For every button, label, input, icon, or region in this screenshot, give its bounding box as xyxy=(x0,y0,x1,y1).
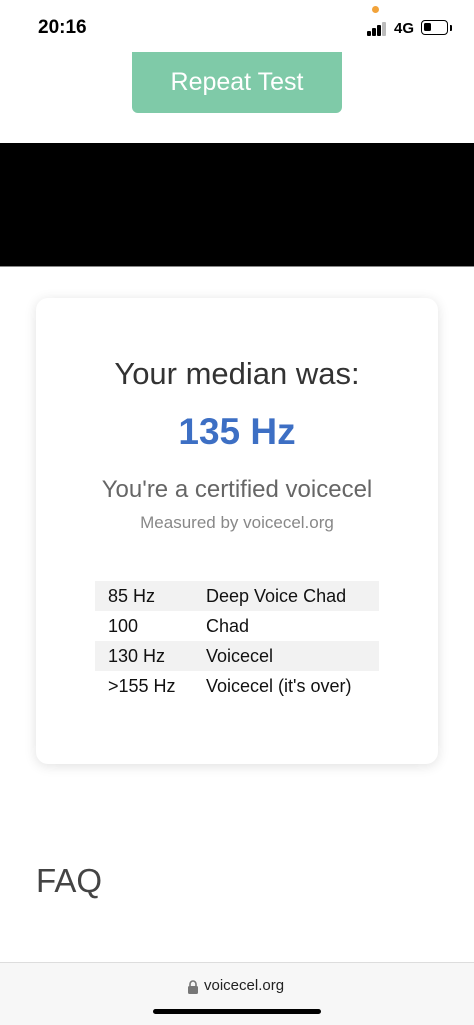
status-time: 20:16 xyxy=(38,17,87,38)
black-media-area xyxy=(0,143,474,267)
measured-by-text: Measured by voicecel.org xyxy=(140,513,334,532)
lock-icon xyxy=(188,980,198,994)
frequency-table: 85 Hz Deep Voice Chad 100 Chad 130 Hz Vo… xyxy=(95,581,379,701)
table-cell-label: Voicecel (it's over) xyxy=(206,675,352,696)
repeat-test-button[interactable]: Repeat Test xyxy=(132,52,342,113)
table-cell-label: Chad xyxy=(206,615,250,636)
faq-heading: FAQ xyxy=(36,862,103,899)
table-row: 100 Chad xyxy=(95,611,379,641)
url-text[interactable]: voicecel.org xyxy=(204,977,284,994)
median-value: 135 Hz xyxy=(178,411,296,452)
table-row: 85 Hz Deep Voice Chad xyxy=(95,581,379,611)
battery-tip xyxy=(450,25,452,31)
signal-icon xyxy=(367,22,389,36)
table-cell-frequency: 130 Hz xyxy=(108,645,166,666)
table-cell-label: Voicecel xyxy=(206,645,274,666)
privacy-indicator-dot xyxy=(372,6,379,13)
table-cell-label: Deep Voice Chad xyxy=(206,585,347,606)
table-cell-frequency: >155 Hz xyxy=(108,675,176,696)
table-cell-frequency: 100 xyxy=(108,615,139,636)
result-card: Your median was: 135 Hz You're a certifi… xyxy=(36,298,438,764)
median-label: Your median was: xyxy=(114,356,360,391)
table-row: 130 Hz Voicecel xyxy=(95,641,379,671)
home-indicator[interactable] xyxy=(153,1009,321,1014)
table-cell-frequency: 85 Hz xyxy=(108,585,156,606)
battery-fill xyxy=(424,23,431,31)
table-row: >155 Hz Voicecel (it's over) xyxy=(95,671,379,701)
status-bar: 20:16 4G xyxy=(0,0,474,56)
network-type: 4G xyxy=(394,20,415,37)
battery-icon xyxy=(421,20,448,35)
browser-url-bar[interactable]: voicecel.org xyxy=(0,962,474,1025)
verdict-text: You're a certified voicecel xyxy=(101,476,373,503)
